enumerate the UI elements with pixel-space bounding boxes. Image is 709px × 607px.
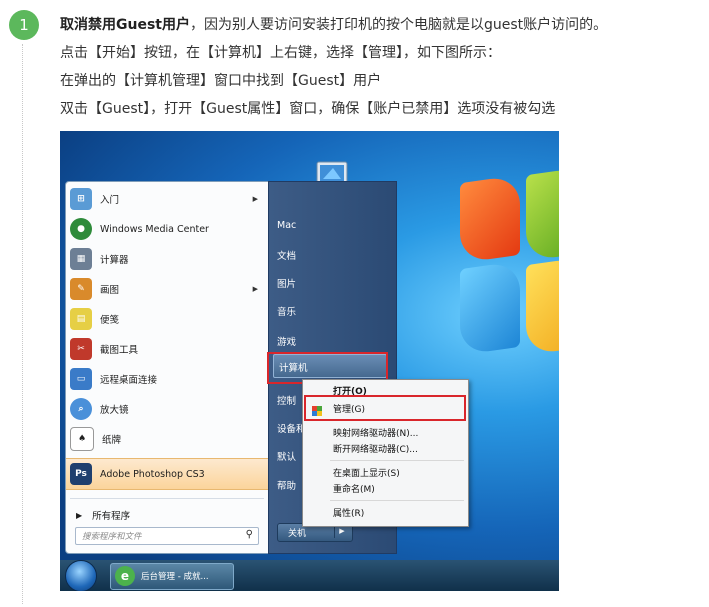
menu-map-drive[interactable]: 映射网络驱动器(N)... — [333, 426, 418, 439]
place-documents[interactable]: 文档 — [277, 248, 296, 262]
program-item-solitaire[interactable]: ♠ 纸牌 — [70, 425, 264, 453]
timeline-line — [22, 44, 23, 604]
program-item-remote-desktop[interactable]: ▭ 远程桌面连接 — [70, 365, 264, 393]
menu-rename[interactable]: 重命名(M) — [333, 482, 375, 495]
step-instruction-4: 双击【Guest】，打开【Guest属性】窗口，确保【账户已禁用】选项没有被勾选 — [60, 101, 556, 117]
program-label: Adobe Photoshop CS3 — [100, 468, 205, 480]
program-item-sticky-notes[interactable]: ▤ 便笺 — [70, 305, 264, 333]
sticky-notes-icon: ▤ — [70, 308, 92, 330]
windows-flag-blue — [460, 260, 520, 356]
menu-properties[interactable]: 属性(R) — [333, 506, 364, 519]
taskbar-ie-window[interactable]: e 后台管理 - 成就... — [110, 563, 234, 590]
program-label: 放大镜 — [100, 405, 129, 416]
program-item-getting-started[interactable]: ⊞ 入门 ▶ — [70, 185, 264, 213]
place-help[interactable]: 帮助 — [277, 478, 296, 492]
all-programs-item[interactable]: ▶ 所有程序 — [70, 501, 264, 529]
place-music[interactable]: 音乐 — [277, 304, 296, 318]
program-item-snipping-tool[interactable]: ✂ 截图工具 — [70, 335, 264, 363]
expand-arrow-icon: ▶ — [76, 510, 83, 520]
program-item-media-center[interactable]: ● Windows Media Center — [70, 215, 264, 243]
place-user[interactable]: Mac — [277, 220, 296, 231]
submenu-arrow-icon: ▶ — [252, 285, 258, 293]
step-instruction-3: 在弹出的【计算机管理】窗口中找到【Guest】用户 — [60, 73, 382, 89]
solitaire-icon: ♠ — [70, 427, 94, 451]
all-programs-label: 所有程序 — [92, 511, 131, 522]
menu-divider — [70, 498, 264, 499]
shutdown-label: 关机 — [288, 529, 307, 539]
menu-divider — [330, 500, 464, 501]
program-label: 入门 — [100, 195, 120, 206]
windows7-screenshot: ⊞ 入门 ▶ ● Windows Media Center ▦ 计算器 ✎ 画图… — [60, 131, 559, 591]
step-title-bold: 取消禁用Guest用户 — [60, 17, 190, 33]
internet-explorer-icon: e — [115, 566, 135, 586]
getting-started-icon: ⊞ — [70, 188, 92, 210]
search-input[interactable]: 搜索程序和文件 ⚲ — [75, 527, 259, 545]
program-label: 便笺 — [100, 315, 120, 326]
windows-flag-red — [460, 174, 520, 264]
step-title-rest: ，因为别人要访问安装打印机的按个电脑就是以guest账户访问的。 — [189, 17, 608, 33]
snipping-tool-icon: ✂ — [70, 338, 92, 360]
photoshop-icon: Ps — [70, 463, 92, 485]
program-item-calculator[interactable]: ▦ 计算器 — [70, 245, 264, 273]
program-label: 计算器 — [100, 255, 129, 266]
step-instruction-2: 点击【开始】按钮，在【计算机】上右键，选择【管理】，如下图所示： — [60, 45, 501, 61]
manage-highlight-box — [304, 395, 466, 421]
menu-disconnect-drive[interactable]: 断开网络驱动器(C)... — [333, 442, 418, 455]
place-default-programs[interactable]: 默认 — [277, 449, 296, 463]
step-title-line: 取消禁用Guest用户，因为别人要访问安装打印机的按个电脑就是以guest账户访… — [60, 14, 607, 34]
remote-desktop-icon: ▭ — [70, 368, 92, 390]
submenu-arrow-icon: ▶ — [252, 195, 258, 203]
windows-flag-green — [526, 166, 559, 262]
program-item-paint[interactable]: ✎ 画图 ▶ — [70, 275, 264, 303]
magnifier-icon: ⌕ — [70, 398, 92, 420]
start-menu-programs-pane: ⊞ 入门 ▶ ● Windows Media Center ▦ 计算器 ✎ 画图… — [65, 181, 270, 554]
windows-flag-yellow — [526, 256, 559, 356]
calculator-icon: ▦ — [70, 248, 92, 270]
place-pictures[interactable]: 图片 — [277, 276, 296, 290]
taskbar-item-label: 后台管理 - 成就... — [141, 572, 209, 582]
search-icon: ⚲ — [245, 529, 253, 540]
program-label: 画图 — [100, 285, 120, 296]
paint-icon: ✎ — [70, 278, 92, 300]
step-number-badge: 1 — [9, 10, 39, 40]
taskbar: e 后台管理 - 成就... — [60, 560, 559, 591]
program-label: 远程桌面连接 — [100, 375, 158, 386]
place-control-panel[interactable]: 控制 — [277, 393, 296, 407]
menu-divider — [330, 460, 464, 461]
program-label: 截图工具 — [100, 345, 139, 356]
program-item-magnifier[interactable]: ⌕ 放大镜 — [70, 395, 264, 423]
program-item-photoshop[interactable]: Ps Adobe Photoshop CS3 — [66, 458, 268, 490]
program-label: Windows Media Center — [100, 223, 209, 235]
program-label: 纸牌 — [102, 435, 122, 446]
search-placeholder: 搜索程序和文件 — [82, 532, 142, 542]
media-center-icon: ● — [70, 218, 92, 240]
menu-show-on-desktop[interactable]: 在桌面上显示(S) — [333, 466, 400, 479]
start-orb-icon[interactable] — [65, 560, 97, 591]
place-games[interactable]: 游戏 — [277, 334, 296, 348]
